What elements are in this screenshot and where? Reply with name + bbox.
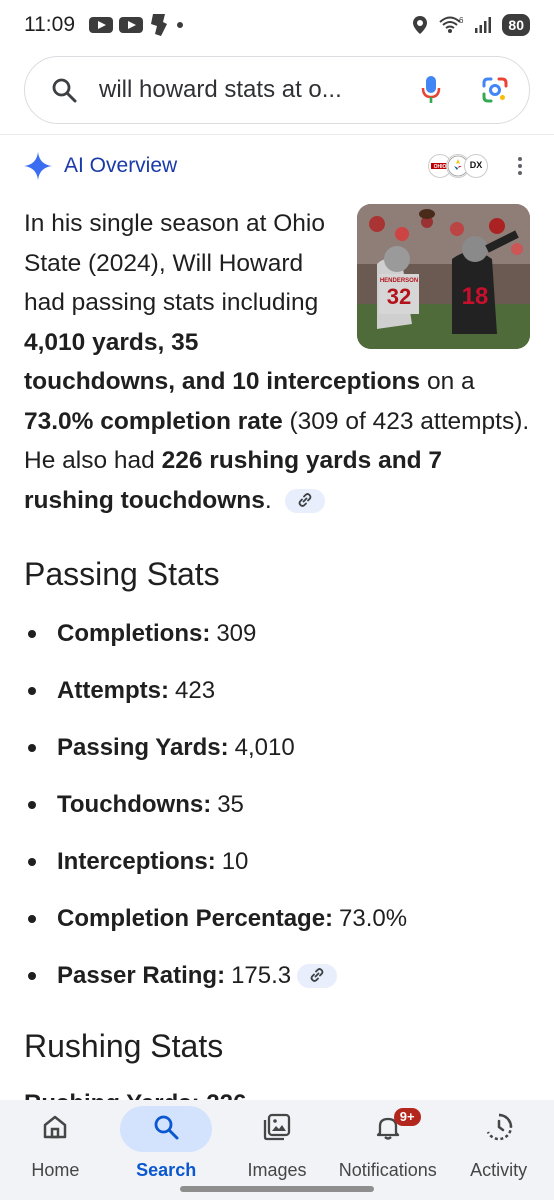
list-item: Attempts: 423 (24, 662, 530, 719)
bottom-navigation: Home Search Images 9+ Notifications Acti… (0, 1100, 554, 1200)
sparkle-icon (24, 152, 52, 180)
nav-home-label: Home (31, 1160, 80, 1180)
notification-badge: 9+ (393, 1108, 421, 1126)
list-item: Passer Rating: 175.3 (24, 947, 530, 1004)
nav-search-label: Search (136, 1160, 197, 1180)
svg-text:OHIO: OHIO (434, 164, 447, 170)
list-item: Completion Percentage: 73.0% (24, 890, 530, 947)
ai-overview-title: AI Overview (64, 154, 178, 177)
list-item: Passing Yards: 4,010 (24, 719, 530, 776)
youtube-icon (119, 16, 143, 34)
wifi-icon: 6 (438, 15, 464, 35)
svg-text:6: 6 (459, 16, 464, 25)
app-icon (149, 12, 169, 38)
status-time: 11:09 (24, 13, 75, 36)
home-icon (41, 1113, 69, 1146)
nav-activity[interactable]: Activity (444, 1106, 554, 1200)
search-icon[interactable] (51, 77, 77, 103)
source-link-chip[interactable] (284, 489, 325, 514)
search-bar[interactable]: will howard stats at o... (24, 56, 530, 124)
summary-highlight: 73.0% completion rate (24, 407, 283, 435)
microphone-icon[interactable] (421, 75, 441, 105)
source-link-chip[interactable] (297, 962, 338, 990)
divider (0, 134, 554, 135)
summary-run: . (264, 486, 272, 514)
list-item: Interceptions: 10 (24, 833, 530, 890)
nav-home[interactable]: Home (0, 1106, 110, 1200)
svg-text:HENDERSON: HENDERSON (380, 278, 418, 284)
svg-text:18: 18 (462, 283, 489, 310)
nav-images-label: Images (247, 1160, 307, 1180)
rushing-stats-heading: Rushing Stats (24, 1028, 224, 1064)
ai-overview-summary: 32 HENDERSON 18 In his single season at … (24, 204, 530, 520)
svg-text:DX: DX (470, 160, 483, 170)
battery-indicator: 80 (502, 14, 530, 36)
youtube-icon (89, 16, 113, 34)
dot-icon (175, 20, 185, 30)
images-icon (262, 1112, 292, 1147)
list-item: Touchdowns: 35 (24, 776, 530, 833)
status-bar: 11:09 6 80 (0, 0, 554, 50)
list-item: Completions: 309 (24, 605, 530, 662)
dx-logo[interactable]: DX (464, 154, 488, 178)
passing-stats-heading: Passing Stats (24, 556, 220, 592)
football-photo[interactable]: 32 HENDERSON 18 (357, 204, 530, 349)
search-input[interactable]: will howard stats at o... (99, 76, 421, 104)
passing-stats-list: Completions: 309 Attempts: 423 Passing Yar… (24, 605, 530, 1004)
signal-icon (474, 16, 492, 34)
search-icon (152, 1113, 180, 1146)
summary-run: In his single season at Ohio State (2024… (24, 210, 325, 316)
link-icon (309, 962, 325, 990)
nav-activity-label: Activity (470, 1160, 528, 1180)
link-icon (297, 481, 313, 521)
activity-icon (484, 1112, 514, 1147)
ai-overview-header: AI Overview OHIO DX (24, 146, 530, 186)
location-icon (412, 15, 428, 35)
nav-notifications-label: Notifications (338, 1160, 437, 1180)
status-notification-icons (89, 12, 185, 38)
source-logos[interactable]: OHIO DX (428, 154, 488, 178)
home-indicator[interactable] (180, 1186, 374, 1192)
summary-run: on a (420, 368, 475, 395)
svg-text:32: 32 (387, 284, 411, 309)
more-options-icon[interactable] (510, 157, 530, 175)
google-lens-icon[interactable] (481, 76, 509, 104)
